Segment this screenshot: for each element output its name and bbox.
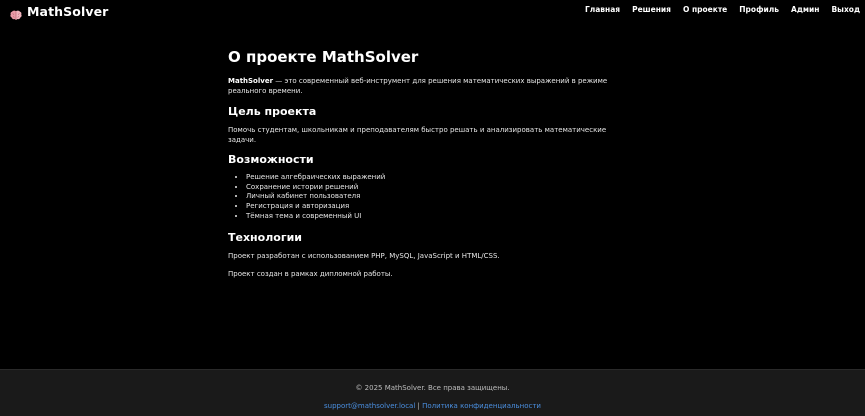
diploma-note: Проект создан в рамках дипломной работы.: [228, 269, 393, 278]
nav-admin-link[interactable]: Админ: [791, 5, 819, 14]
page-footer: © 2025 MathSolver. Все права защищены. s…: [0, 369, 865, 416]
intro-paragraph: MathSolver — это современный веб-инструм…: [228, 76, 628, 96]
support-email-link[interactable]: support@mathsolver.local: [324, 402, 415, 410]
features-list: Решение алгебраических выражений Сохране…: [228, 173, 628, 222]
tech-heading: Технологии: [228, 230, 302, 244]
intro-brand-strong: MathSolver: [228, 77, 274, 85]
brand-name: MathSolver: [27, 4, 109, 19]
nav-profile-link[interactable]: Профиль: [739, 5, 779, 14]
footer-links: support@mathsolver.local | Политика конф…: [0, 402, 865, 410]
privacy-policy-link[interactable]: Политика конфиденциальности: [422, 402, 541, 410]
about-content: О проекте MathSolver MathSolver — это со…: [228, 48, 628, 287]
brand-logo-link[interactable]: MathSolver: [10, 4, 109, 20]
page-title: О проекте MathSolver: [228, 48, 419, 66]
footer-separator: |: [417, 402, 420, 410]
nav-solutions-link[interactable]: Решения: [632, 5, 671, 14]
nav-home-link[interactable]: Главная: [585, 5, 620, 14]
list-item: Решение алгебраических выражений: [246, 173, 628, 183]
list-item: Регистрация и авторизация: [246, 202, 628, 212]
features-heading: Возможности: [228, 153, 314, 166]
list-item: Личный кабинет пользователя: [246, 192, 628, 202]
nav-logout-link[interactable]: Выход: [831, 5, 860, 14]
main-nav: Главная Решения О проекте Профиль Админ …: [585, 5, 860, 14]
list-item: Сохранение истории решений: [246, 183, 628, 193]
brain-icon: [10, 6, 22, 20]
top-navbar: MathSolver Главная Решения О проекте Про…: [0, 0, 865, 22]
nav-about-link[interactable]: О проекте: [683, 5, 727, 14]
copyright-text: © 2025 MathSolver. Все права защищены.: [355, 384, 510, 392]
goal-text: Помочь студентам, школьникам и преподава…: [228, 126, 607, 144]
list-item: Тёмная тема и современный UI: [246, 212, 628, 222]
intro-text: — это современный веб-инструмент для реш…: [228, 77, 608, 95]
tech-text: Проект разработан с использованием PHP, …: [228, 251, 500, 260]
goal-heading: Цель проекта: [228, 105, 317, 118]
